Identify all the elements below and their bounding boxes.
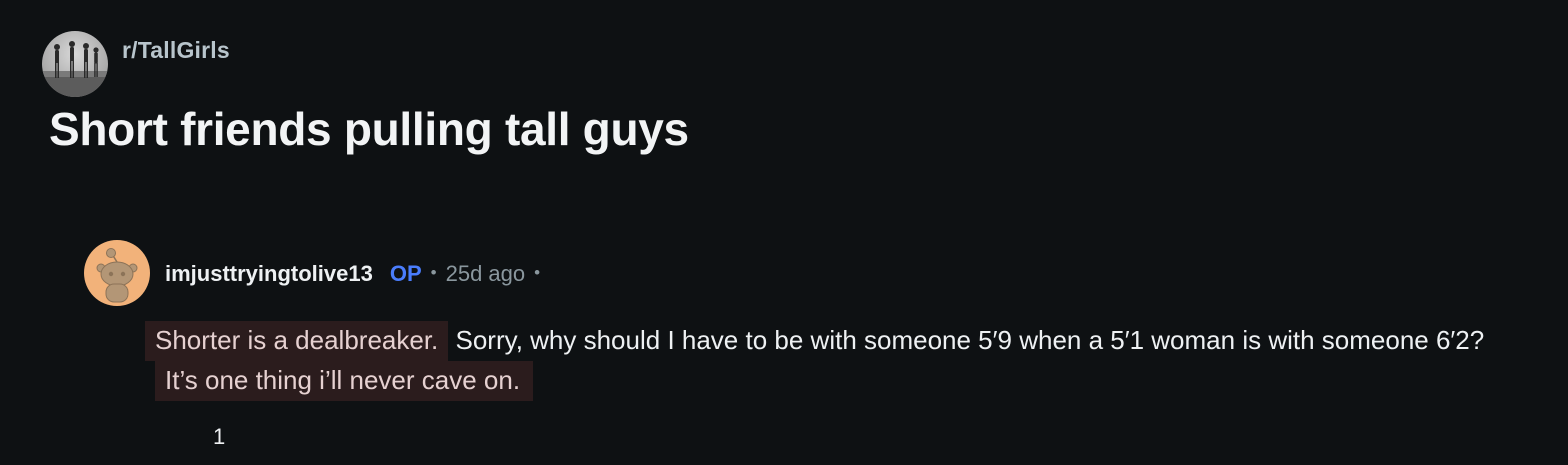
- highlighted-text: It’s one thing i’ll never cave on.: [155, 361, 534, 401]
- post-header: r/TallGirls: [42, 31, 230, 97]
- comment-body: Shorter is a dealbreaker. Sorry, why sho…: [145, 320, 1495, 401]
- separator-dot: •: [430, 263, 437, 282]
- comment: imjusttryingtolive13 OP • 25d ago • Shor…: [84, 240, 1524, 401]
- post-title[interactable]: Short friends pulling tall guys: [49, 102, 689, 156]
- snoo-avatar-icon[interactable]: [84, 240, 150, 306]
- subreddit-avatar-icon[interactable]: [42, 31, 108, 97]
- comment-author[interactable]: imjusttryingtolive13: [165, 261, 373, 287]
- separator-dot: •: [534, 263, 541, 282]
- vote-count: 1: [213, 424, 226, 449]
- comment-header: imjusttryingtolive13 OP • 25d ago •: [84, 240, 1524, 306]
- comment-text: Sorry, why should I have to be with some…: [448, 325, 1485, 355]
- subreddit-name[interactable]: r/TallGirls: [122, 37, 230, 64]
- highlighted-text: Shorter is a dealbreaker.: [145, 321, 449, 361]
- op-badge: OP: [389, 260, 422, 286]
- comment-timestamp[interactable]: 25d ago: [446, 261, 526, 287]
